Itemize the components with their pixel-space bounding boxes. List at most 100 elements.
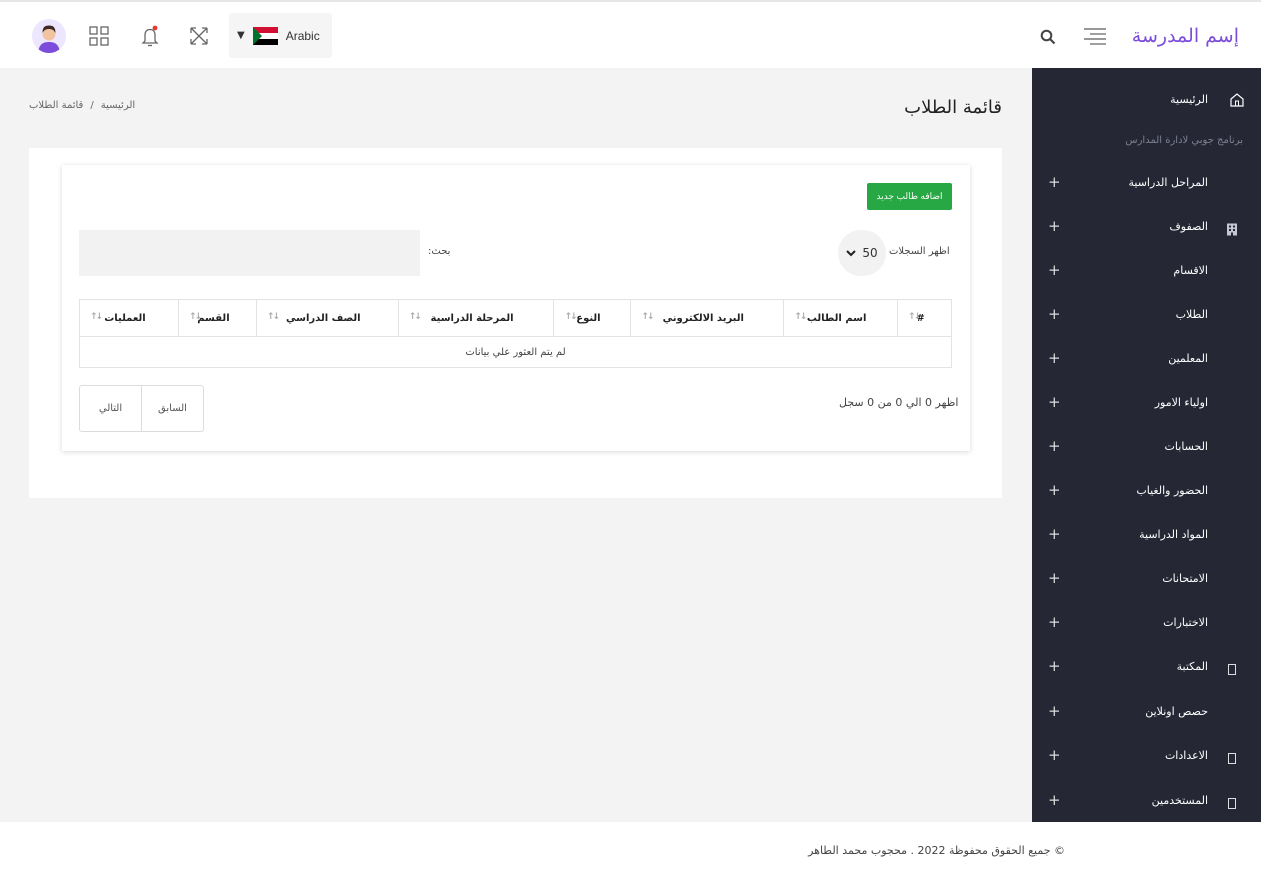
column-header[interactable]: المرحلة الدراسية ↓↑ xyxy=(397,299,555,337)
home-icon xyxy=(1229,92,1245,108)
sidebar-item-library[interactable]: المكتبة + xyxy=(1032,656,1261,680)
expand-plus-icon[interactable]: + xyxy=(1048,481,1061,499)
box-icon xyxy=(1226,795,1238,809)
expand-plus-icon[interactable]: + xyxy=(1048,569,1061,587)
breadcrumb-separator: / xyxy=(90,100,94,111)
expand-plus-icon[interactable]: + xyxy=(1048,349,1061,367)
expand-plus-icon[interactable]: + xyxy=(1048,791,1061,809)
sort-icon: ↓↑ xyxy=(408,312,422,322)
sidebar-item-classes[interactable]: الصفوف + xyxy=(1032,216,1261,240)
expand-plus-icon[interactable]: + xyxy=(1048,393,1061,411)
sidebar-item-quizzes[interactable]: الاختبارات + xyxy=(1032,612,1261,636)
expand-plus-icon[interactable]: + xyxy=(1048,702,1061,720)
expand-plus-icon[interactable]: + xyxy=(1048,525,1061,543)
sidebar-item-label: اولياء الامور xyxy=(1154,396,1208,409)
sidebar-item-label: حصص اونلاين xyxy=(1145,705,1208,718)
expand-plus-icon[interactable]: + xyxy=(1048,657,1061,675)
table-info-text: اظهر 0 الي 0 من 0 سجل xyxy=(839,396,959,409)
sort-icon: ↓↑ xyxy=(188,312,202,322)
add-student-button[interactable]: اضافه طالب جديد xyxy=(867,183,952,210)
previous-page-button[interactable]: السابق xyxy=(142,386,203,431)
sidebar-item-label: الاختبارات xyxy=(1163,616,1208,629)
brand-logo[interactable]: إسم المدرسة xyxy=(1132,25,1239,47)
expand-plus-icon[interactable]: + xyxy=(1048,437,1061,455)
sort-icon: ↓↑ xyxy=(266,312,280,322)
sidebar-item-teachers[interactable]: المعلمين + xyxy=(1032,348,1261,372)
sidebar-item-students[interactable]: الطلاب + xyxy=(1032,304,1261,328)
search-label: بحث: xyxy=(428,246,451,257)
column-header[interactable]: العمليات ↓↑ xyxy=(79,299,179,337)
menu-toggle-icon[interactable] xyxy=(1083,26,1107,46)
sudan-flag-icon xyxy=(252,26,278,45)
apps-grid-icon[interactable] xyxy=(87,24,111,48)
scrollbar-track[interactable] xyxy=(1261,0,1267,880)
sidebar-item-online-classes[interactable]: حصص اونلاين + xyxy=(1032,701,1261,725)
sidebar-item-users[interactable]: المستخدمين + xyxy=(1032,790,1261,814)
sidebar: الرئيسية برنامج جوبي لادارة المدارس المر… xyxy=(1032,68,1261,822)
column-header[interactable]: القسم ↓↑ xyxy=(177,299,257,337)
expand-plus-icon[interactable]: + xyxy=(1048,305,1061,323)
show-records-label: اظهر السجلات xyxy=(889,246,950,257)
box-icon xyxy=(1226,750,1238,764)
language-selector[interactable]: ▼ Arabic xyxy=(229,13,332,58)
sidebar-item-label: المراحل الدراسية xyxy=(1128,176,1208,189)
expand-plus-icon[interactable]: + xyxy=(1048,173,1061,191)
footer: © جميع الحقوق محفوظة 2022 . محجوب محمد ا… xyxy=(0,822,1267,880)
language-label: Arabic xyxy=(285,28,320,43)
sort-icon: ↓↑ xyxy=(90,312,103,322)
column-header[interactable]: # ↓↑ xyxy=(897,299,952,337)
sidebar-item-label: الصفوف xyxy=(1169,220,1208,233)
page-size-select[interactable]: 50 xyxy=(838,230,886,276)
pagination: التالي السابق xyxy=(79,385,204,432)
sort-icon: ↓↑ xyxy=(908,312,921,322)
sidebar-item-label: الامتحانات xyxy=(1162,572,1208,585)
search-input[interactable] xyxy=(79,230,420,276)
building-icon xyxy=(1226,221,1238,236)
breadcrumb-home-link[interactable]: الرئيسية xyxy=(101,100,135,111)
page-title: قائمة الطلاب xyxy=(904,97,1002,118)
sort-icon: ↓↑ xyxy=(564,312,577,322)
expand-plus-icon[interactable]: + xyxy=(1048,613,1061,631)
sidebar-item-label: المواد الدراسية xyxy=(1139,528,1208,541)
copyright-text: © جميع الحقوق محفوظة 2022 . محجوب محمد ا… xyxy=(808,844,1065,857)
breadcrumb: الرئيسية / قائمة الطلاب xyxy=(29,100,135,111)
sidebar-item-subjects[interactable]: المواد الدراسية + xyxy=(1032,524,1261,548)
sidebar-item-label: الطلاب xyxy=(1175,308,1208,321)
column-header[interactable]: الصف الدراسي ↓↑ xyxy=(255,299,399,337)
sidebar-item-exams[interactable]: الامتحانات + xyxy=(1032,568,1261,592)
box-icon xyxy=(1226,661,1238,675)
students-table: # ↓↑ اسم الطالب ↓↑ البريد الالكتروني ↓↑ الن… xyxy=(79,299,952,368)
sidebar-item-label: الاقسام xyxy=(1173,264,1208,277)
sidebar-item-attendance[interactable]: الحضور والغياب + xyxy=(1032,480,1261,504)
caret-down-icon: ▼ xyxy=(237,30,245,41)
search-icon[interactable] xyxy=(1039,28,1057,46)
sidebar-item-home[interactable]: الرئيسية xyxy=(1032,90,1261,112)
sort-icon: ↓↑ xyxy=(794,312,807,322)
expand-plus-icon[interactable]: + xyxy=(1048,746,1061,764)
expand-plus-icon[interactable]: + xyxy=(1048,261,1061,279)
sidebar-item-accounts[interactable]: الحسابات + xyxy=(1032,436,1261,460)
sidebar-item-settings[interactable]: الاعدادات + xyxy=(1032,745,1261,769)
sort-icon: ↓↑ xyxy=(641,312,654,322)
table-header-row: # ↓↑ اسم الطالب ↓↑ البريد الالكتروني ↓↑ الن… xyxy=(79,299,952,337)
next-page-button[interactable]: التالي xyxy=(80,386,142,431)
column-header[interactable]: النوع ↓↑ xyxy=(553,299,632,337)
expand-plus-icon[interactable]: + xyxy=(1048,217,1061,235)
sidebar-item-label: المستخدمين xyxy=(1151,794,1208,807)
column-header[interactable]: البريد الالكتروني ↓↑ xyxy=(630,299,785,337)
top-bar: إسم المدرسة ▼ Arabic xyxy=(0,0,1267,68)
column-header[interactable]: اسم الطالب ↓↑ xyxy=(783,299,899,337)
sidebar-subtitle: برنامج جوبي لادارة المدارس xyxy=(1125,135,1243,146)
table-row: لم يتم العثور علي بيانات xyxy=(79,336,952,368)
sidebar-item-stages[interactable]: المراحل الدراسية + xyxy=(1032,172,1261,196)
page-size-value: 50 xyxy=(862,246,878,260)
user-avatar[interactable] xyxy=(32,19,66,53)
sidebar-item-sections[interactable]: الاقسام + xyxy=(1032,260,1261,284)
sidebar-item-label: الحضور والغياب xyxy=(1136,484,1208,497)
sidebar-item-label: المعلمين xyxy=(1168,352,1208,365)
sidebar-item-parents[interactable]: اولياء الامور + xyxy=(1032,392,1261,416)
sidebar-item-label: الحسابات xyxy=(1164,440,1208,453)
fullscreen-icon[interactable] xyxy=(187,24,211,48)
sidebar-item-label: الاعدادات xyxy=(1164,749,1208,762)
bell-icon[interactable] xyxy=(138,24,162,48)
